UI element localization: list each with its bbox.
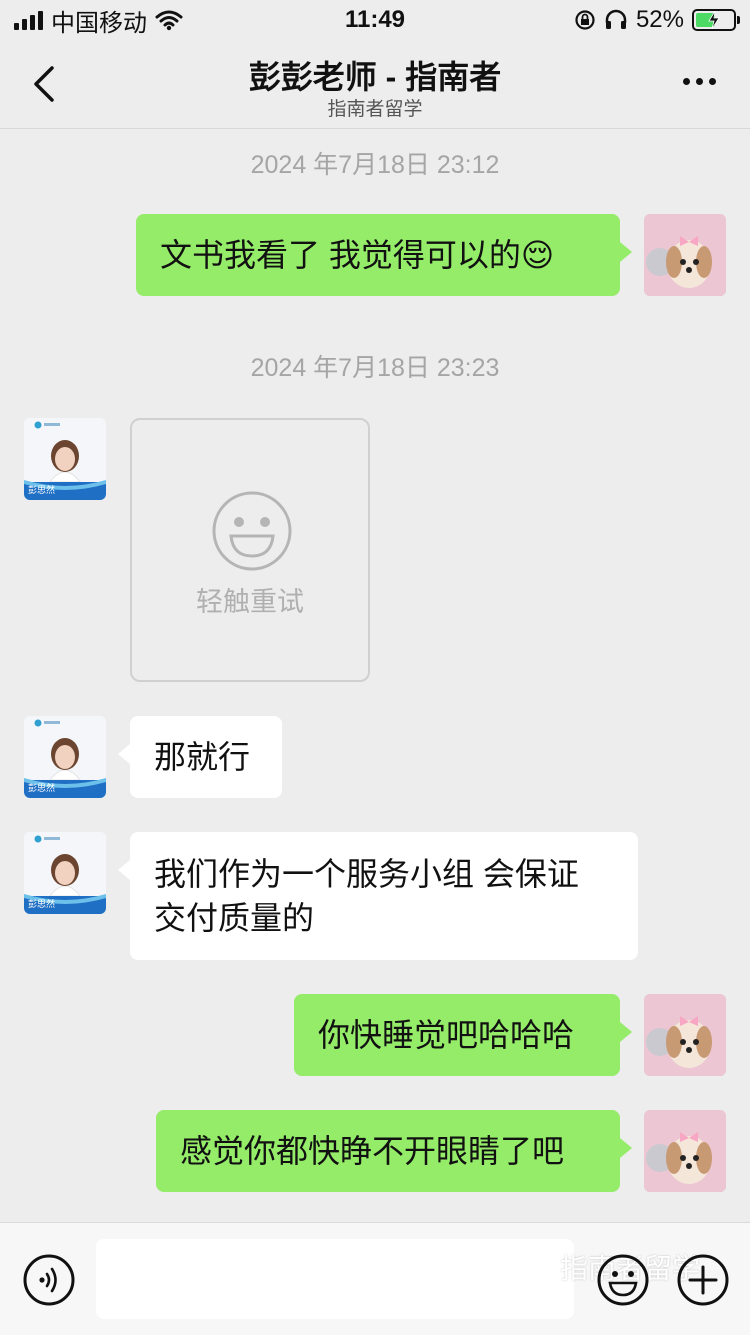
add-more-button[interactable]: [676, 1253, 730, 1307]
contact-avatar-name: 彭思然: [28, 899, 56, 909]
contact-avatar-name: 彭思然: [28, 783, 56, 793]
message-text: 那就行: [154, 739, 251, 775]
message-text: 文书我看了 我觉得可以的😌: [160, 237, 555, 273]
self-avatar[interactable]: [644, 214, 726, 296]
message-text: 你快睡觉吧哈哈哈: [318, 1017, 575, 1053]
message-text-line: 交付质量的: [154, 900, 315, 936]
message-text: 感觉你都快睁不开眼睛了吧: [180, 1133, 565, 1169]
puppy-avatar-image: [644, 1110, 726, 1192]
more-options-button[interactable]: [683, 78, 716, 85]
message-text-line: 我们作为一个服务小组 会保证: [154, 856, 579, 892]
input-bar: 指南者留学: [0, 1222, 750, 1335]
contact-avatar[interactable]: 彭思然: [24, 716, 106, 798]
battery-charging-icon: [692, 9, 740, 31]
puppy-avatar-image: [644, 994, 726, 1076]
message-timestamp: 2024 年7月18日 23:12: [250, 151, 500, 179]
message-timestamp: 2024 年7月18日 23:23: [250, 354, 500, 382]
dot-icon: [683, 78, 690, 85]
chat-subtitle: 指南者留学: [327, 99, 423, 120]
headphones-icon: [605, 9, 627, 29]
chat-title: 彭彭老师 - 指南者: [248, 59, 502, 95]
retry-label: 轻触重试: [196, 587, 304, 617]
contact-avatar-name: 彭思然: [28, 485, 56, 495]
message-bubble-self[interactable]: 你快睡觉吧哈哈哈: [294, 994, 632, 1076]
battery-percent: 52%: [635, 6, 684, 33]
smiley-icon: [212, 491, 292, 571]
self-avatar[interactable]: [644, 1110, 726, 1192]
self-avatar[interactable]: [644, 994, 726, 1076]
contact-avatar[interactable]: 彭思然: [24, 418, 106, 500]
dot-icon: [709, 78, 716, 85]
failed-image-retry[interactable]: 轻触重试: [130, 418, 370, 682]
dot-icon: [696, 78, 703, 85]
chat-header: 彭彭老师 - 指南者 指南者留学: [0, 40, 750, 129]
message-bubble-other[interactable]: 那就行: [118, 716, 282, 798]
message-bubble-self[interactable]: 感觉你都快睁不开眼睛了吧: [156, 1110, 632, 1192]
message-bubble-other[interactable]: 我们作为一个服务小组 会保证 交付质量的: [118, 832, 638, 960]
status-bar: 中国移动 11:49 52%: [0, 0, 750, 40]
puppy-avatar-image: [644, 214, 726, 296]
contact-avatar[interactable]: 彭思然: [24, 832, 106, 914]
emoji-button[interactable]: [596, 1253, 650, 1307]
voice-input-button[interactable]: [22, 1253, 76, 1307]
status-right: 52%: [574, 6, 740, 34]
message-input[interactable]: [96, 1239, 574, 1319]
message-bubble-self[interactable]: 文书我看了 我觉得可以的😌: [136, 214, 632, 296]
rotation-lock-icon: [575, 10, 595, 30]
